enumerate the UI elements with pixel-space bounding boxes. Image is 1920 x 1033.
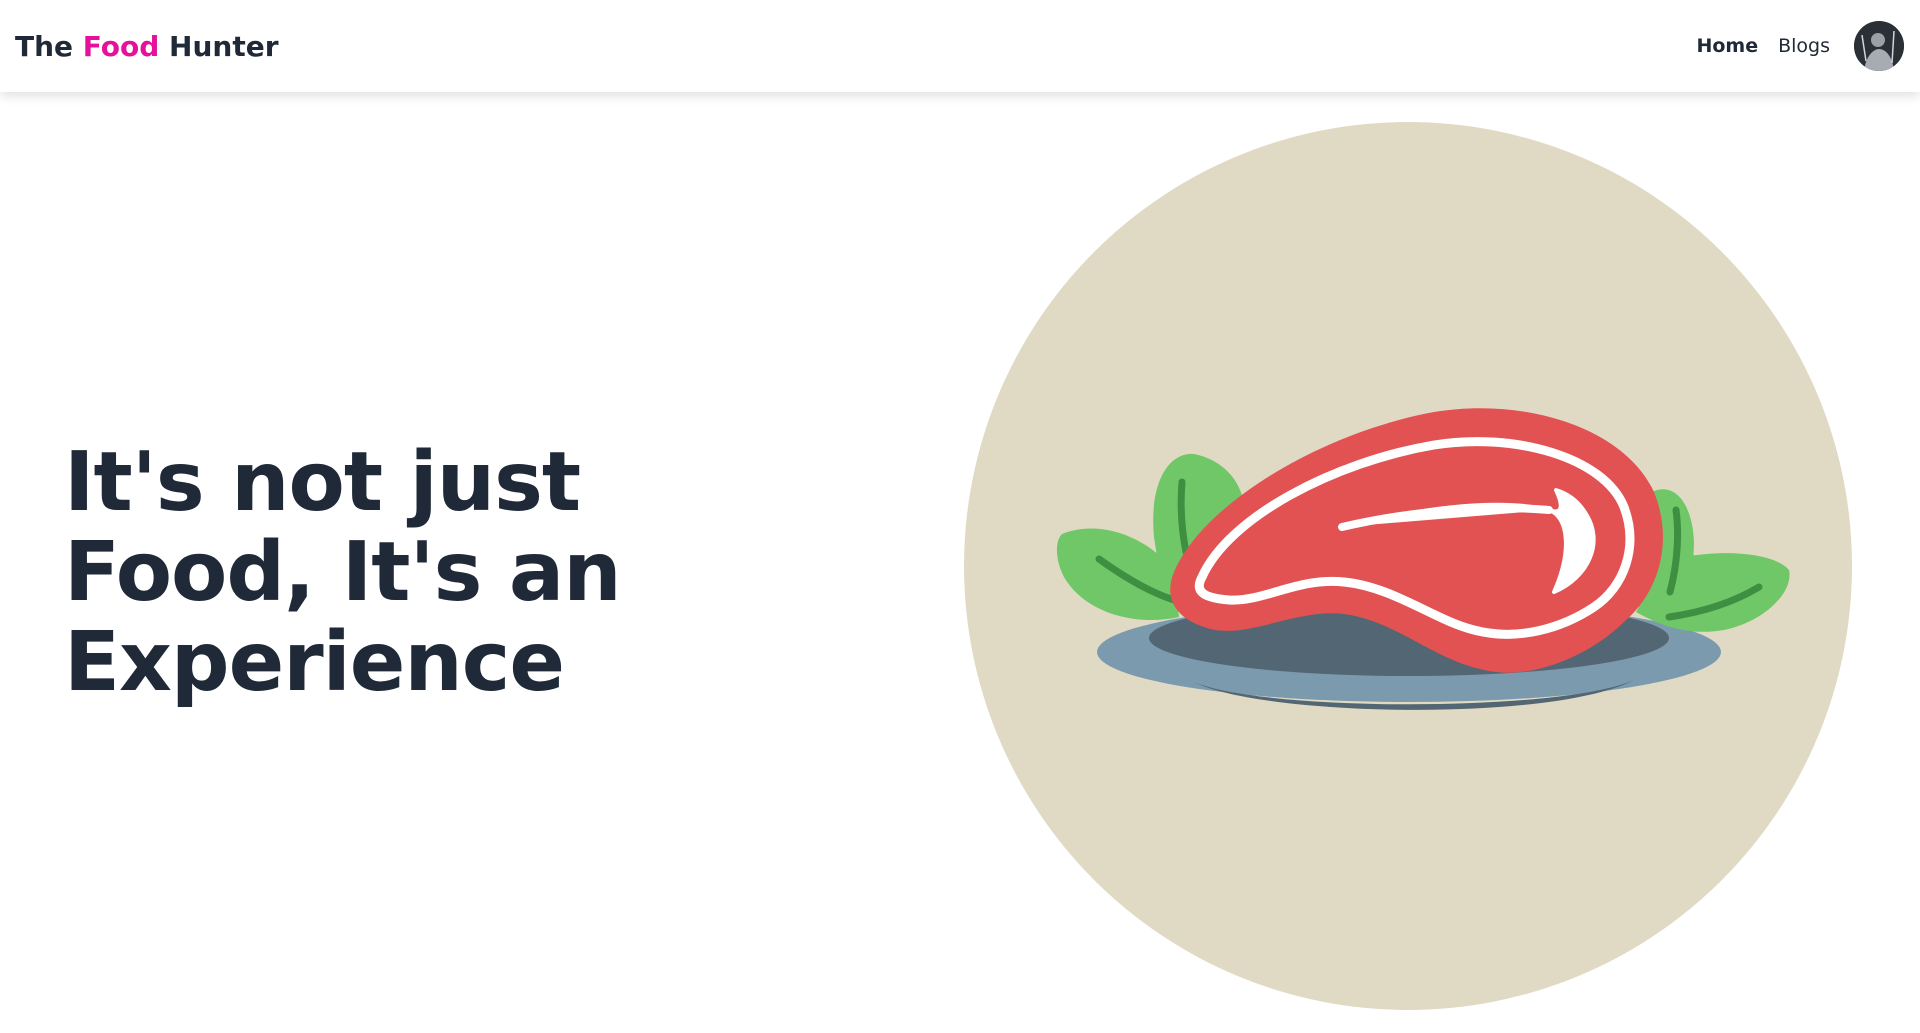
navbar: The Food Hunter Home Blogs: [0, 0, 1920, 92]
user-avatar[interactable]: [1854, 21, 1904, 71]
hero-illustration: [964, 122, 1852, 1010]
brand-text-pre: The: [15, 29, 83, 63]
nav-menu: Home Blogs: [1696, 21, 1904, 71]
hero-title: It's not just Food, It's an Experience: [64, 438, 684, 708]
avatar-photo-icon: [1854, 21, 1904, 71]
nav-link-home[interactable]: Home: [1696, 35, 1758, 57]
nav-link-blogs[interactable]: Blogs: [1778, 35, 1830, 57]
brand-text-post: Hunter: [159, 29, 279, 63]
hero-title-line-2: Food, It's an: [64, 525, 622, 620]
hero-title-line-3: Experience: [64, 615, 565, 710]
hero-title-line-1: It's not just: [64, 435, 581, 530]
steak-plate-illustration: [964, 122, 1852, 1010]
brand-text-accent: Food: [82, 29, 160, 63]
brand-logo-link[interactable]: The Food Hunter: [15, 30, 279, 63]
